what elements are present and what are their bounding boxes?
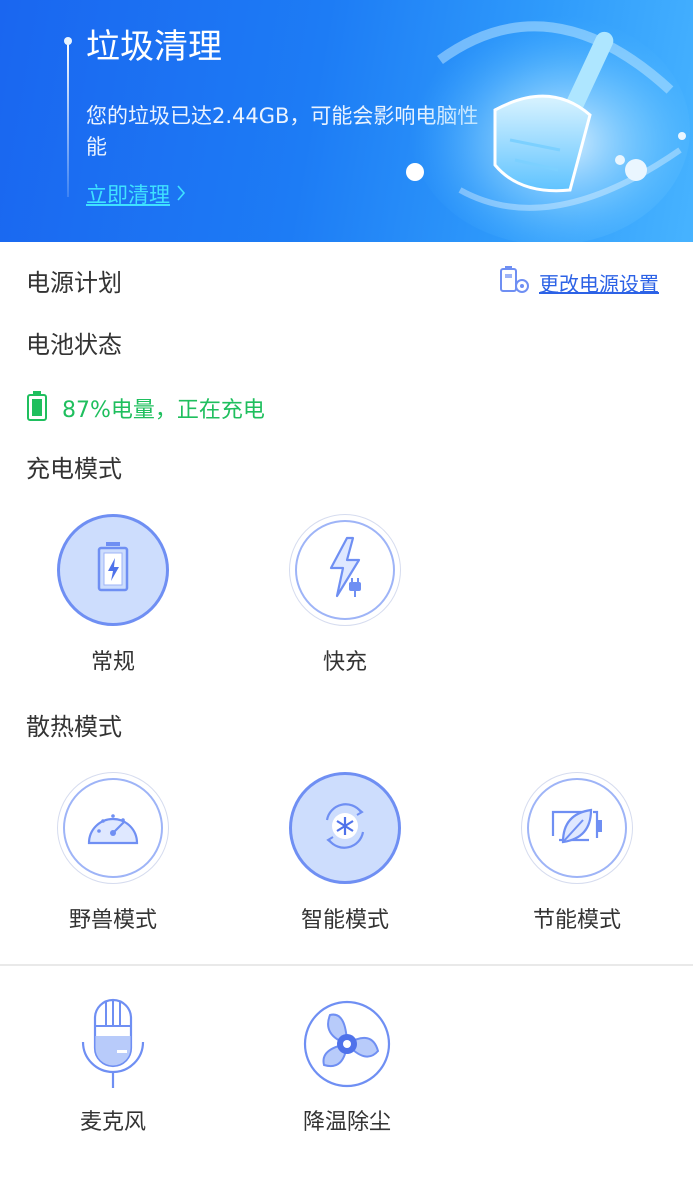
cooling-mode-beast-button[interactable]: [57, 772, 169, 884]
power-settings-icon: [499, 265, 531, 299]
cooling-mode-label: 散热模式: [26, 713, 122, 741]
snowflake-icon: [317, 798, 373, 858]
change-power-settings-label: 更改电源设置: [539, 271, 659, 296]
cooling-dust-tool[interactable]: 降温除尘: [277, 994, 417, 1138]
charge-mode-fast[interactable]: 快充: [275, 514, 415, 678]
microphone-icon: [63, 994, 163, 1094]
banner-accent-dot: [64, 37, 72, 45]
clean-now-label: 立即清理: [86, 183, 170, 207]
charge-mode-label: 充电模式: [26, 455, 122, 483]
power-plan-label: 电源计划: [26, 269, 122, 297]
clean-now-link[interactable]: 立即清理: [86, 180, 186, 210]
cooling-mode-eco-button[interactable]: [521, 772, 633, 884]
charge-mode-normal[interactable]: 常规: [43, 514, 183, 678]
banner-title: 垃圾清理: [86, 27, 222, 67]
cooling-mode-beast-label: 野兽模式: [68, 908, 157, 933]
change-power-settings-link[interactable]: 更改电源设置: [499, 265, 659, 299]
battery-icon: [26, 390, 48, 426]
charge-mode-normal-label: 常规: [90, 650, 135, 675]
broom-illustration: [406, 15, 690, 242]
microphone-label: 麦克风: [79, 1110, 146, 1135]
cooling-mode-smart-button[interactable]: [289, 772, 401, 884]
speedometer-icon: [83, 803, 143, 853]
chevron-right-icon: [176, 180, 186, 210]
microphone-tool[interactable]: 麦克风: [43, 994, 183, 1138]
battery-charging-icon: [93, 540, 133, 600]
cooling-mode-smart[interactable]: 智能模式: [275, 772, 415, 936]
section-divider: [0, 964, 693, 966]
cooling-dust-label: 降温除尘: [302, 1110, 391, 1135]
battery-status-label: 电池状态: [26, 331, 122, 359]
leaf-battery-icon: [547, 802, 607, 854]
charge-mode-fast-label: 快充: [322, 650, 367, 675]
charge-mode-normal-button[interactable]: [57, 514, 169, 626]
cooling-mode-eco[interactable]: 节能模式: [507, 772, 647, 936]
cooling-mode-beast[interactable]: 野兽模式: [43, 772, 183, 936]
battery-status-text: 87%电量，正在充电: [62, 398, 265, 423]
fast-charge-icon: [323, 536, 367, 604]
charge-mode-fast-button[interactable]: [289, 514, 401, 626]
banner-accent-line: [67, 42, 69, 197]
cooling-mode-smart-label: 智能模式: [300, 908, 389, 933]
fan-icon: [297, 994, 397, 1094]
cooling-mode-eco-label: 节能模式: [532, 908, 621, 933]
battery-status: 87%电量，正在充电: [26, 390, 265, 426]
junk-clean-banner: 垃圾清理 您的垃圾已达2.44GB，可能会影响电脑性能 立即清理: [0, 0, 693, 242]
